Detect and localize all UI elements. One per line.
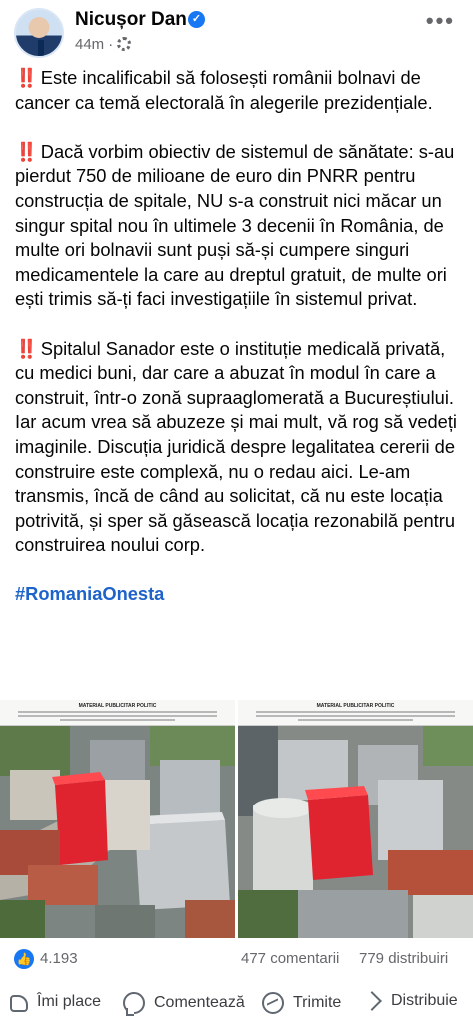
post-meta: 44m · [75,35,132,53]
author-name[interactable]: Nicușor Dan [75,9,187,31]
disclaimer-line [256,715,455,717]
post-paragraph: ‼️ Este incalificabil să folosești români… [15,66,463,115]
political-ad-disclaimer: MATERIAL PUBLICITAR POLITIC [0,700,235,726]
more-options-button[interactable]: ••• [426,8,455,34]
photo-grid: MATERIAL PUBLICITAR POLITIC MATERIAL PUB… [0,700,473,938]
thumbs-up-icon: 👍 [14,949,34,969]
disclaimer-line [18,711,217,713]
action-bar: Îmi place Comentează Trimite Distribuie [0,986,473,1024]
disclaimer-line [60,719,175,721]
post-paragraph: ‼️ Dacă vorbim obiectiv de sistemul de să… [15,140,463,312]
aerial-photo-left[interactable]: MATERIAL PUBLICITAR POLITIC [0,700,235,938]
share-label: Distribuie [391,992,458,1009]
double-exclamation-icon: ‼️ [15,140,38,162]
meta-separator: · [108,36,114,53]
thumbs-up-icon [10,995,28,1012]
paragraph-text: Spitalul Sanador este o instituție medic… [15,337,457,556]
aerial-city-illustration [238,726,473,938]
engagement-stats: 👍 4.193 477 comentarii 779 distribuiri [0,945,473,973]
double-exclamation-icon: ‼️ [15,67,38,88]
double-exclamation-icon: ‼️ [15,337,38,359]
send-button[interactable]: Trimite [262,992,341,1014]
disclaimer-line [256,711,455,713]
comment-bubble-icon [123,992,145,1016]
paragraph-text: Este incalificabil să folosești românii … [15,67,433,113]
like-button[interactable]: Îmi place [10,992,101,1012]
post-time[interactable]: 44m [75,36,104,53]
comment-label: Comentează [154,994,245,1011]
disclaimer-title: MATERIAL PUBLICITAR POLITIC [316,703,395,709]
like-label: Îmi place [37,993,102,1010]
shares-count[interactable]: 779 distribuiri [359,950,448,967]
messenger-icon [262,992,284,1014]
comments-count[interactable]: 477 comentarii [241,950,339,967]
gear-icon [117,37,132,51]
post-header: Nicușor Dan ✓ 44m · ••• [0,0,473,62]
disclaimer-line [18,715,217,717]
aerial-city-illustration [0,726,235,938]
disclaimer-line [298,719,413,721]
post-body: ‼️ Este incalificabil să folosești români… [15,66,463,607]
disclaimer-title: MATERIAL PUBLICITAR POLITIC [78,703,157,709]
verified-badge-icon: ✓ [188,11,205,28]
paragraph-text: Dacă vorbim obiectiv de sistemul de sănă… [15,140,455,310]
share-arrow-icon [362,991,382,1011]
avatar[interactable] [14,8,64,58]
reactions-count[interactable]: 4.193 [40,950,78,967]
political-ad-disclaimer: MATERIAL PUBLICITAR POLITIC [238,700,473,726]
hashtag-link[interactable]: #RomaniaOnesta [15,582,463,607]
send-label: Trimite [293,994,342,1011]
aerial-photo-right[interactable]: MATERIAL PUBLICITAR POLITIC [238,700,473,938]
post-paragraph: ‼️ Spitalul Sanador este o instituție med… [15,337,463,558]
comment-button[interactable]: Comentează [123,992,245,1016]
share-button[interactable]: Distribuie [362,991,458,1011]
